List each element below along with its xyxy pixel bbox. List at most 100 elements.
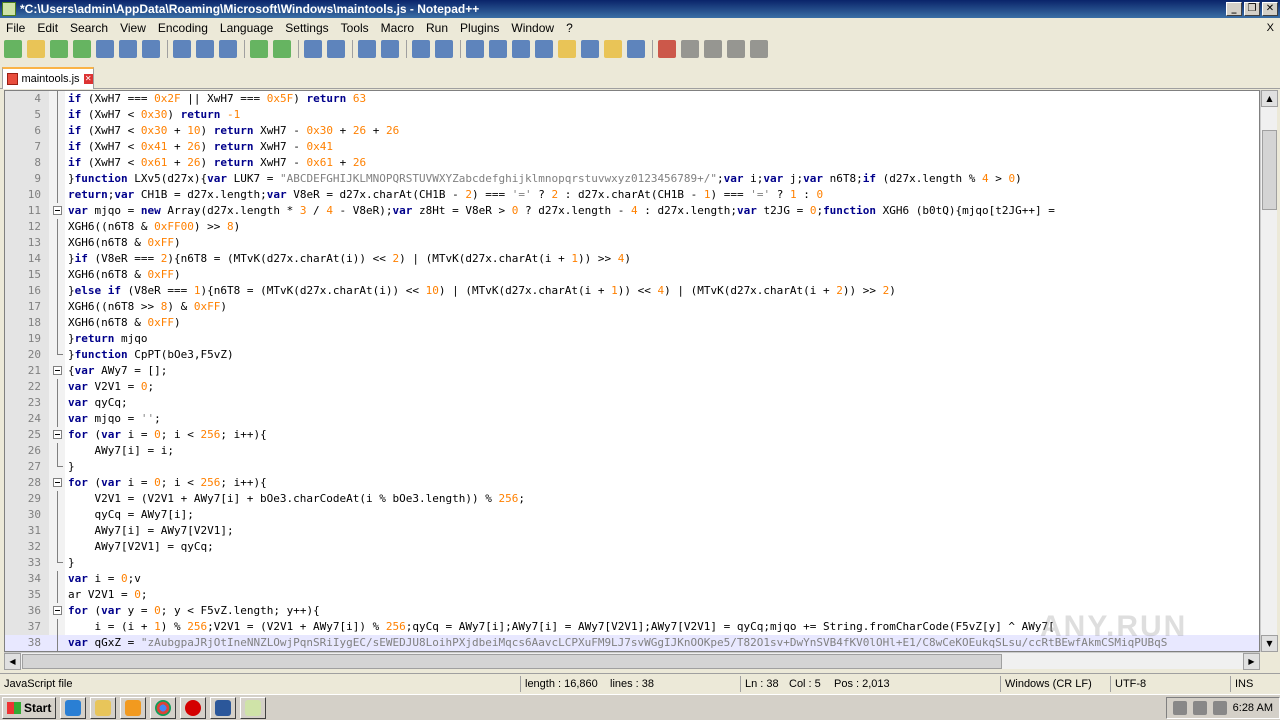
code-text[interactable]: var V2V1 = 0;: [68, 379, 154, 395]
code-text[interactable]: var i = 0;v: [68, 571, 141, 587]
menu-settings[interactable]: Settings: [279, 21, 334, 35]
code-text[interactable]: return;var CH1B = d27x.length;var V8eR =…: [68, 187, 823, 203]
close-window-button[interactable]: ✕: [1262, 2, 1278, 16]
language-icon[interactable]: [535, 40, 553, 58]
taskbar-explorer[interactable]: [90, 696, 117, 719]
code-line[interactable]: 33}: [5, 555, 1259, 571]
code-line[interactable]: 12 XGH6((n6T8 & 0xFF00) >> 8): [5, 219, 1259, 235]
code-line[interactable]: 17 XGH6((n6T8 >> 8) & 0xFF): [5, 299, 1259, 315]
menu-run[interactable]: Run: [420, 21, 454, 35]
taskbar-word[interactable]: [210, 696, 237, 719]
notepadpp-app-icon[interactable]: [2, 2, 16, 16]
code-line[interactable]: 31 AWy7[i] = AWy7[V2V1];: [5, 523, 1259, 539]
tab-maintools[interactable]: maintools.js ✕: [2, 67, 94, 89]
close-all-icon[interactable]: [119, 40, 137, 58]
monitor-icon[interactable]: [627, 40, 645, 58]
code-line[interactable]: 6 if (XwH7 < 0x30 + 10) return XwH7 - 0x3…: [5, 123, 1259, 139]
menu-encoding[interactable]: Encoding: [152, 21, 214, 35]
menu-search[interactable]: Search: [64, 21, 114, 35]
code-text[interactable]: }function LXv5(d27x){var LUK7 = "ABCDEFG…: [68, 171, 1022, 187]
code-line[interactable]: 11 var mjqo = new Array(d27x.length * 3 /…: [5, 203, 1259, 219]
function-list-icon[interactable]: [581, 40, 599, 58]
code-text[interactable]: XGH6(n6T8 & 0xFF): [68, 235, 181, 251]
code-line[interactable]: 5 if (XwH7 < 0x30) return -1: [5, 107, 1259, 123]
code-line[interactable]: 26 AWy7[i] = i;: [5, 443, 1259, 459]
tray-flag-icon[interactable]: [1172, 700, 1187, 715]
taskbar-opera[interactable]: [180, 696, 207, 719]
code-text[interactable]: XGH6((n6T8 >> 8) & 0xFF): [68, 299, 227, 315]
start-button[interactable]: Start: [2, 696, 57, 719]
fold-toggle-icon[interactable]: [53, 206, 62, 215]
code-line[interactable]: 25 for (var i = 0; i < 256; i++){: [5, 427, 1259, 443]
status-insert-mode[interactable]: INS: [1230, 676, 1253, 692]
scroll-right-icon[interactable]: ▶: [1243, 653, 1260, 670]
code-line[interactable]: 34 var i = 0;v: [5, 571, 1259, 587]
code-text[interactable]: qyCq = AWy7[i];: [68, 507, 193, 523]
code-lines[interactable]: 4 if (XwH7 === 0x2F || XwH7 === 0x5F) ret…: [5, 91, 1259, 651]
code-text[interactable]: for (var y = 0; y < F5vZ.length; y++){: [68, 603, 320, 619]
code-text[interactable]: }else if (V8eR === 1){n6T8 = (MTvK(d27x.…: [68, 283, 896, 299]
code-text[interactable]: if (XwH7 === 0x2F || XwH7 === 0x5F) retu…: [68, 91, 366, 107]
menu-plugins[interactable]: Plugins: [454, 21, 505, 35]
code-line[interactable]: 16}else if (V8eR === 1){n6T8 = (MTvK(d27…: [5, 283, 1259, 299]
taskbar-media-player[interactable]: [120, 696, 147, 719]
code-text[interactable]: XGH6((n6T8 & 0xFF00) >> 8): [68, 219, 240, 235]
code-text[interactable]: }if (V8eR === 2){n6T8 = (MTvK(d27x.charA…: [68, 251, 631, 267]
menu-view[interactable]: View: [114, 21, 152, 35]
code-line[interactable]: 8 if (XwH7 < 0x61 + 26) return XwH7 - 0x6…: [5, 155, 1259, 171]
indent-guide-icon[interactable]: [512, 40, 530, 58]
status-eol[interactable]: Windows (CR LF): [1000, 676, 1092, 692]
code-text[interactable]: }return mjqo: [68, 331, 148, 347]
minimize-button[interactable]: _: [1226, 2, 1242, 16]
fold-toggle-icon[interactable]: [53, 606, 62, 615]
code-text[interactable]: ar V2V1 = 0;: [68, 587, 147, 603]
new-file-icon[interactable]: [4, 40, 22, 58]
scroll-up-icon[interactable]: ▲: [1261, 90, 1278, 107]
code-text[interactable]: XGH6(n6T8 & 0xFF): [68, 267, 181, 283]
menu-macro[interactable]: Macro: [375, 21, 420, 35]
status-encoding[interactable]: UTF-8: [1110, 676, 1146, 692]
fold-toggle-icon[interactable]: [53, 478, 62, 487]
paste-icon[interactable]: [219, 40, 237, 58]
save-all-icon[interactable]: [73, 40, 91, 58]
find-icon[interactable]: [304, 40, 322, 58]
redo-icon[interactable]: [273, 40, 291, 58]
horizontal-scroll-thumb[interactable]: [22, 654, 1002, 669]
code-text[interactable]: var qyCq;: [68, 395, 128, 411]
sync-vertical-icon[interactable]: [412, 40, 430, 58]
replace-icon[interactable]: [327, 40, 345, 58]
code-line[interactable]: 7 if (XwH7 < 0x41 + 26) return XwH7 - 0x4…: [5, 139, 1259, 155]
code-line[interactable]: 28 for (var i = 0; i < 256; i++){: [5, 475, 1259, 491]
code-text[interactable]: var mjqo = '';: [68, 411, 161, 427]
code-text[interactable]: V2V1 = (V2V1 + AWy7[i] + bOe3.charCodeAt…: [68, 491, 524, 507]
code-text[interactable]: for (var i = 0; i < 256; i++){: [68, 427, 267, 443]
tray-volume-icon[interactable]: [1212, 700, 1227, 715]
code-line[interactable]: 30 qyCq = AWy7[i];: [5, 507, 1259, 523]
taskbar-notepadpp[interactable]: [240, 696, 267, 719]
fold-toggle-icon[interactable]: [53, 430, 62, 439]
code-line[interactable]: 27}: [5, 459, 1259, 475]
menu-file[interactable]: File: [0, 21, 31, 35]
show-all-chars-icon[interactable]: [489, 40, 507, 58]
code-line[interactable]: 20}function CpPT(bOe3,F5vZ): [5, 347, 1259, 363]
open-file-icon[interactable]: [27, 40, 45, 58]
menu-window[interactable]: Window: [505, 21, 560, 35]
code-line[interactable]: 22 var V2V1 = 0;: [5, 379, 1259, 395]
zoom-in-icon[interactable]: [358, 40, 376, 58]
menu-tools[interactable]: Tools: [335, 21, 375, 35]
menu-edit[interactable]: Edit: [31, 21, 64, 35]
undo-icon[interactable]: [250, 40, 268, 58]
menu-help[interactable]: ?: [560, 21, 579, 35]
code-line[interactable]: 19}return mjqo: [5, 331, 1259, 347]
code-text[interactable]: if (XwH7 < 0x41 + 26) return XwH7 - 0x41: [68, 139, 333, 155]
copy-icon[interactable]: [196, 40, 214, 58]
code-line[interactable]: 23 var qyCq;: [5, 395, 1259, 411]
play-macro-icon[interactable]: [704, 40, 722, 58]
print-icon[interactable]: [142, 40, 160, 58]
code-text[interactable]: if (XwH7 < 0x30 + 10) return XwH7 - 0x30…: [68, 123, 399, 139]
doc-map-icon[interactable]: [558, 40, 576, 58]
scroll-left-icon[interactable]: ◀: [4, 653, 21, 670]
vertical-scrollbar[interactable]: ▲ ▼: [1260, 90, 1278, 652]
menu-language[interactable]: Language: [214, 21, 279, 35]
code-line[interactable]: 14}if (V8eR === 2){n6T8 = (MTvK(d27x.cha…: [5, 251, 1259, 267]
